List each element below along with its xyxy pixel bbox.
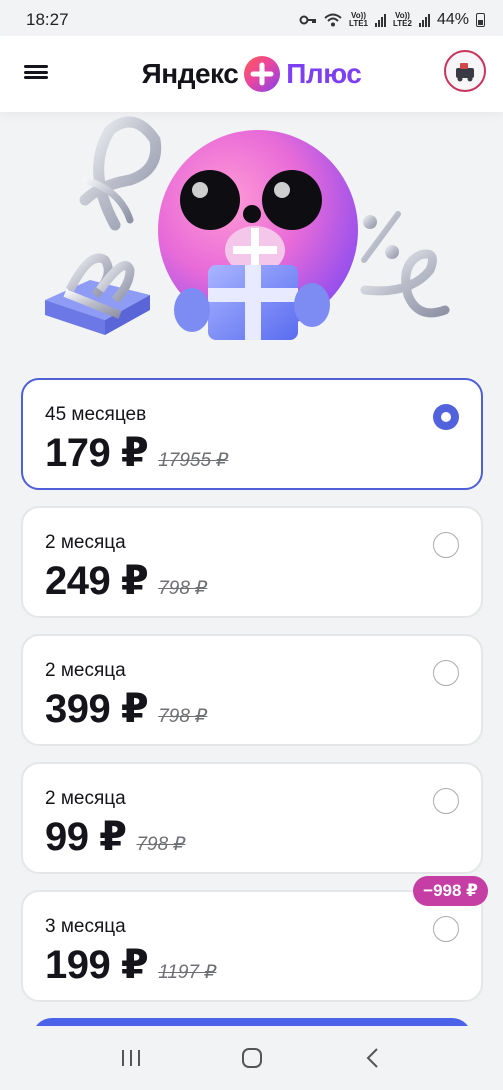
plan-term: 2 месяца (45, 660, 126, 681)
plan-old-price: 17955 ₽ (158, 450, 229, 471)
avatar-image-icon (456, 63, 474, 82)
sim1-label: LTE1 (349, 19, 368, 28)
logo-yandex-word: Яндекс (141, 58, 239, 89)
battery-percent: 44% (436, 11, 469, 28)
recent-apps-icon[interactable] (111, 1038, 151, 1078)
plan-price: 179 ₽ (45, 431, 149, 475)
menu-icon[interactable] (24, 62, 48, 82)
home-icon[interactable] (232, 1038, 272, 1078)
plan-term: 2 месяца (45, 532, 126, 553)
plan-term: 45 месяцев (45, 404, 147, 425)
yandex-plus-logo: Яндекс Плюс (142, 56, 362, 92)
plus-logo-icon (244, 56, 281, 92)
signal-bars-1 (375, 13, 386, 27)
plan-old-price: 798 ₽ (158, 706, 208, 727)
plan-radio-checked[interactable] (433, 404, 459, 430)
app-header: Яндекс Плюс (0, 36, 503, 112)
system-nav-bar (0, 1026, 503, 1090)
mascot-icon (158, 130, 358, 340)
status-bar: 18:27 Vo)) LTE1 Vo)) LTE2 44% (0, 0, 503, 40)
plan-price-row: 249 ₽ 798 ₽ (45, 558, 207, 604)
plan-card[interactable]: 2 месяца 399 ₽ 798 ₽ (21, 634, 483, 746)
status-icons: Vo)) LTE1 Vo)) LTE2 44% (299, 11, 485, 29)
plan-card[interactable]: 45 месяцев 179 ₽ 17955 ₽ (21, 378, 483, 490)
plan-price-row: 99 ₽ 798 ₽ (45, 814, 186, 860)
key-icon (299, 15, 317, 25)
plan-radio[interactable] (433, 916, 459, 942)
plan-price: 399 ₽ (45, 687, 149, 731)
gift-box-icon (45, 253, 150, 335)
sim2-label: LTE2 (393, 19, 412, 28)
plan-price-row: 399 ₽ 798 ₽ (45, 686, 207, 732)
logo-plus-word: Плюс (286, 58, 362, 89)
hero-illustration (30, 110, 480, 360)
plan-price: 249 ₽ (45, 559, 149, 603)
status-time: 18:27 (26, 10, 69, 29)
back-icon[interactable] (353, 1038, 393, 1078)
avatar[interactable] (444, 50, 486, 92)
sim1-indicator: Vo)) LTE1 (349, 12, 368, 28)
plan-radio[interactable] (433, 660, 459, 686)
discount-badge: −998 ₽ (413, 876, 488, 906)
sim2-indicator: Vo)) LTE2 (393, 12, 412, 28)
plan-price: 99 ₽ (45, 815, 127, 859)
plan-card[interactable]: −998 ₽ 3 месяца 199 ₽ 1197 ₽ (21, 876, 488, 1002)
plan-radio[interactable] (433, 532, 459, 558)
plan-card[interactable]: 2 месяца 99 ₽ 798 ₽ (21, 762, 483, 874)
signal-bars-2 (418, 13, 430, 27)
wifi-icon (324, 13, 342, 27)
percent-icon (361, 211, 401, 263)
plan-radio[interactable] (433, 788, 459, 814)
plan-price-row: 179 ₽ 17955 ₽ (45, 430, 228, 476)
plan-card[interactable]: 2 месяца 249 ₽ 798 ₽ (21, 506, 483, 618)
plan-old-price: 1197 ₽ (158, 962, 217, 983)
plan-price-row: 199 ₽ 1197 ₽ (45, 942, 216, 988)
plan-term: 2 месяца (45, 788, 126, 809)
plan-term: 3 месяца (45, 916, 126, 937)
plan-old-price: 798 ₽ (136, 834, 186, 855)
plan-old-price: 798 ₽ (158, 578, 208, 599)
battery-icon (476, 13, 485, 27)
plan-list: 45 месяцев 179 ₽ 17955 ₽ 2 месяца 249 ₽ … (21, 378, 488, 1018)
plan-price: 199 ₽ (45, 943, 149, 987)
